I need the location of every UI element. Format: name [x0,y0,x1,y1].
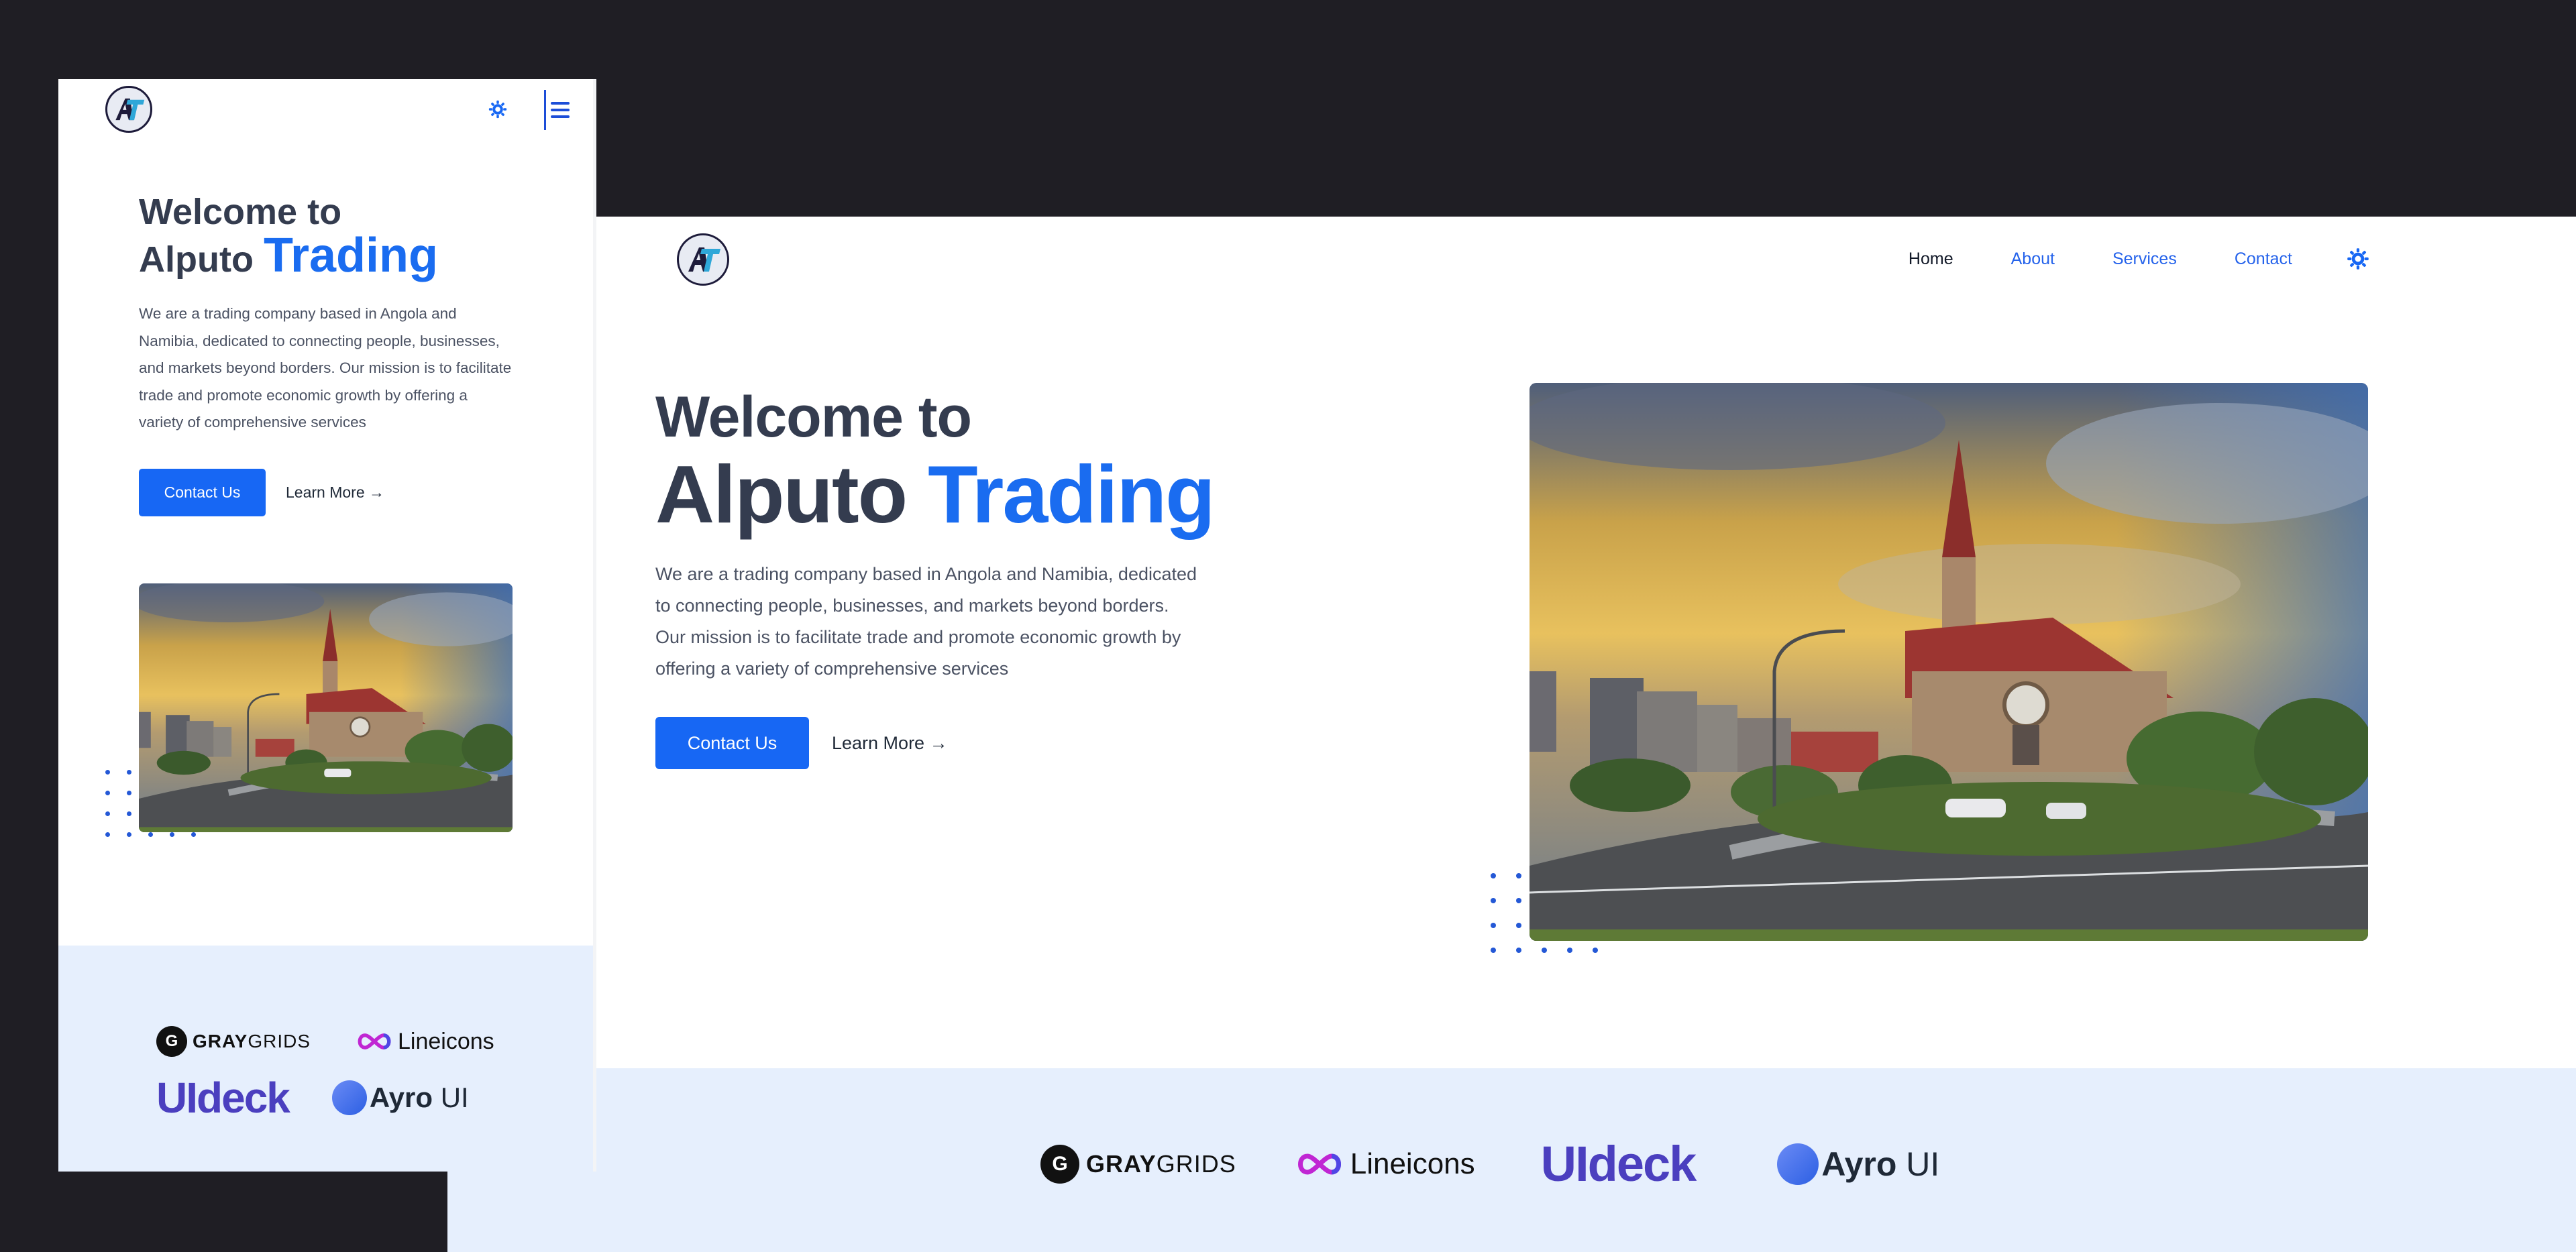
hero-title-line2: Alputo Trading [655,450,1259,538]
nav-about[interactable]: About [2011,249,2055,269]
main-menu: Home About Services Contact [1851,247,2370,271]
brand-ayro[interactable]: Ayro UI [331,1080,469,1115]
graygrids-bold: GRAY [1086,1149,1157,1178]
infinity-icon [1297,1153,1341,1175]
hero-title-plain: Alputo [139,239,254,280]
hero-description: We are a trading company based in Angola… [655,564,1197,679]
ayro-bold: Ayro [369,1082,433,1113]
partner-logos-row2: UIdeck Ayro UI [156,1073,469,1123]
hero-title-accent: Trading [263,229,438,282]
nav-home[interactable]: Home [1909,249,1953,269]
hero-actions: Contact Us Learn More → [655,717,1259,769]
logo-mark-icon [688,247,720,272]
uideck-label: UIdeck [1540,1136,1697,1192]
hero-title-line1: Welcome to [655,385,972,449]
ayro-light: UI [440,1082,469,1113]
hero-text: Welcome to Alputo Trading We are a tradi… [655,384,1259,769]
logo-mark-icon [115,98,145,121]
partners-strip-mobile: G GRAYGRIDS Lineicons UIdeck Ayro UI [58,946,593,1172]
hamburger-icon[interactable] [544,90,574,130]
contact-us-button[interactable]: Contact Us [655,717,809,769]
mobile-preview: Welcome to Alputo Trading We are a tradi… [58,79,596,1172]
learn-more-link[interactable]: Learn More → [286,483,384,502]
site-logo[interactable] [677,233,729,286]
brand-uideck[interactable]: UIdeck [156,1073,290,1123]
hero-title-plain: Alputo [655,449,908,540]
lineicons-label: Lineicons [398,1028,494,1054]
partners-panel: G GRAYGRIDS Lineicons UIdeck Ayro UI [447,1068,2576,1252]
hero-title-line2: Alputo Trading [139,231,541,282]
graygrids-light: GRIDS [1156,1149,1236,1178]
site-logo-mobile[interactable] [105,86,152,133]
partner-logos-row1: G GRAYGRIDS Lineicons [156,1026,494,1057]
brand-ayro[interactable]: Ayro UI [1777,1143,1939,1185]
brand-graygrids[interactable]: G GRAYGRIDS [156,1026,311,1057]
nav-contact[interactable]: Contact [2235,249,2292,269]
brand-uideck[interactable]: UIdeck [1540,1135,1697,1192]
ayro-icon [331,1080,367,1115]
lineicons-label: Lineicons [1350,1147,1475,1180]
nav-services[interactable]: Services [2112,249,2177,269]
ayro-icon [1777,1143,1819,1185]
graygrids-light: GRIDS [248,1031,311,1051]
brand-lineicons[interactable]: Lineicons [355,1029,494,1055]
hero-description: We are a trading company based in Angola… [139,305,512,431]
hero-text-mobile: Welcome to Alputo Trading We are a tradi… [139,190,541,516]
graygrids-bold: GRAY [193,1031,248,1051]
brand-lineicons[interactable]: Lineicons [1294,1147,1475,1181]
ayro-light: UI [1906,1145,1940,1183]
brand-graygrids[interactable]: G GRAYGRIDS [1040,1144,1236,1184]
hero-actions: Contact Us Learn More → [139,468,541,516]
graygrids-icon: G [156,1026,187,1057]
infinity-icon [358,1033,391,1049]
hero-image [1529,383,2368,941]
graygrids-icon: G [1040,1144,1079,1184]
contact-us-button[interactable]: Contact Us [139,468,266,516]
learn-more-link[interactable]: Learn More → [832,733,948,754]
gear-icon[interactable] [488,99,508,119]
hero-title-accent: Trading [928,449,1216,540]
partner-logos: G GRAYGRIDS Lineicons UIdeck Ayro UI [1040,1135,1939,1192]
ayro-bold: Ayro [1821,1145,1897,1183]
uideck-label: UIdeck [156,1074,290,1122]
hero-title-line1: Welcome to [139,192,342,232]
navbar: Home About Services Contact [447,217,2576,304]
hero-image [139,583,513,832]
gear-icon[interactable] [2346,247,2370,271]
